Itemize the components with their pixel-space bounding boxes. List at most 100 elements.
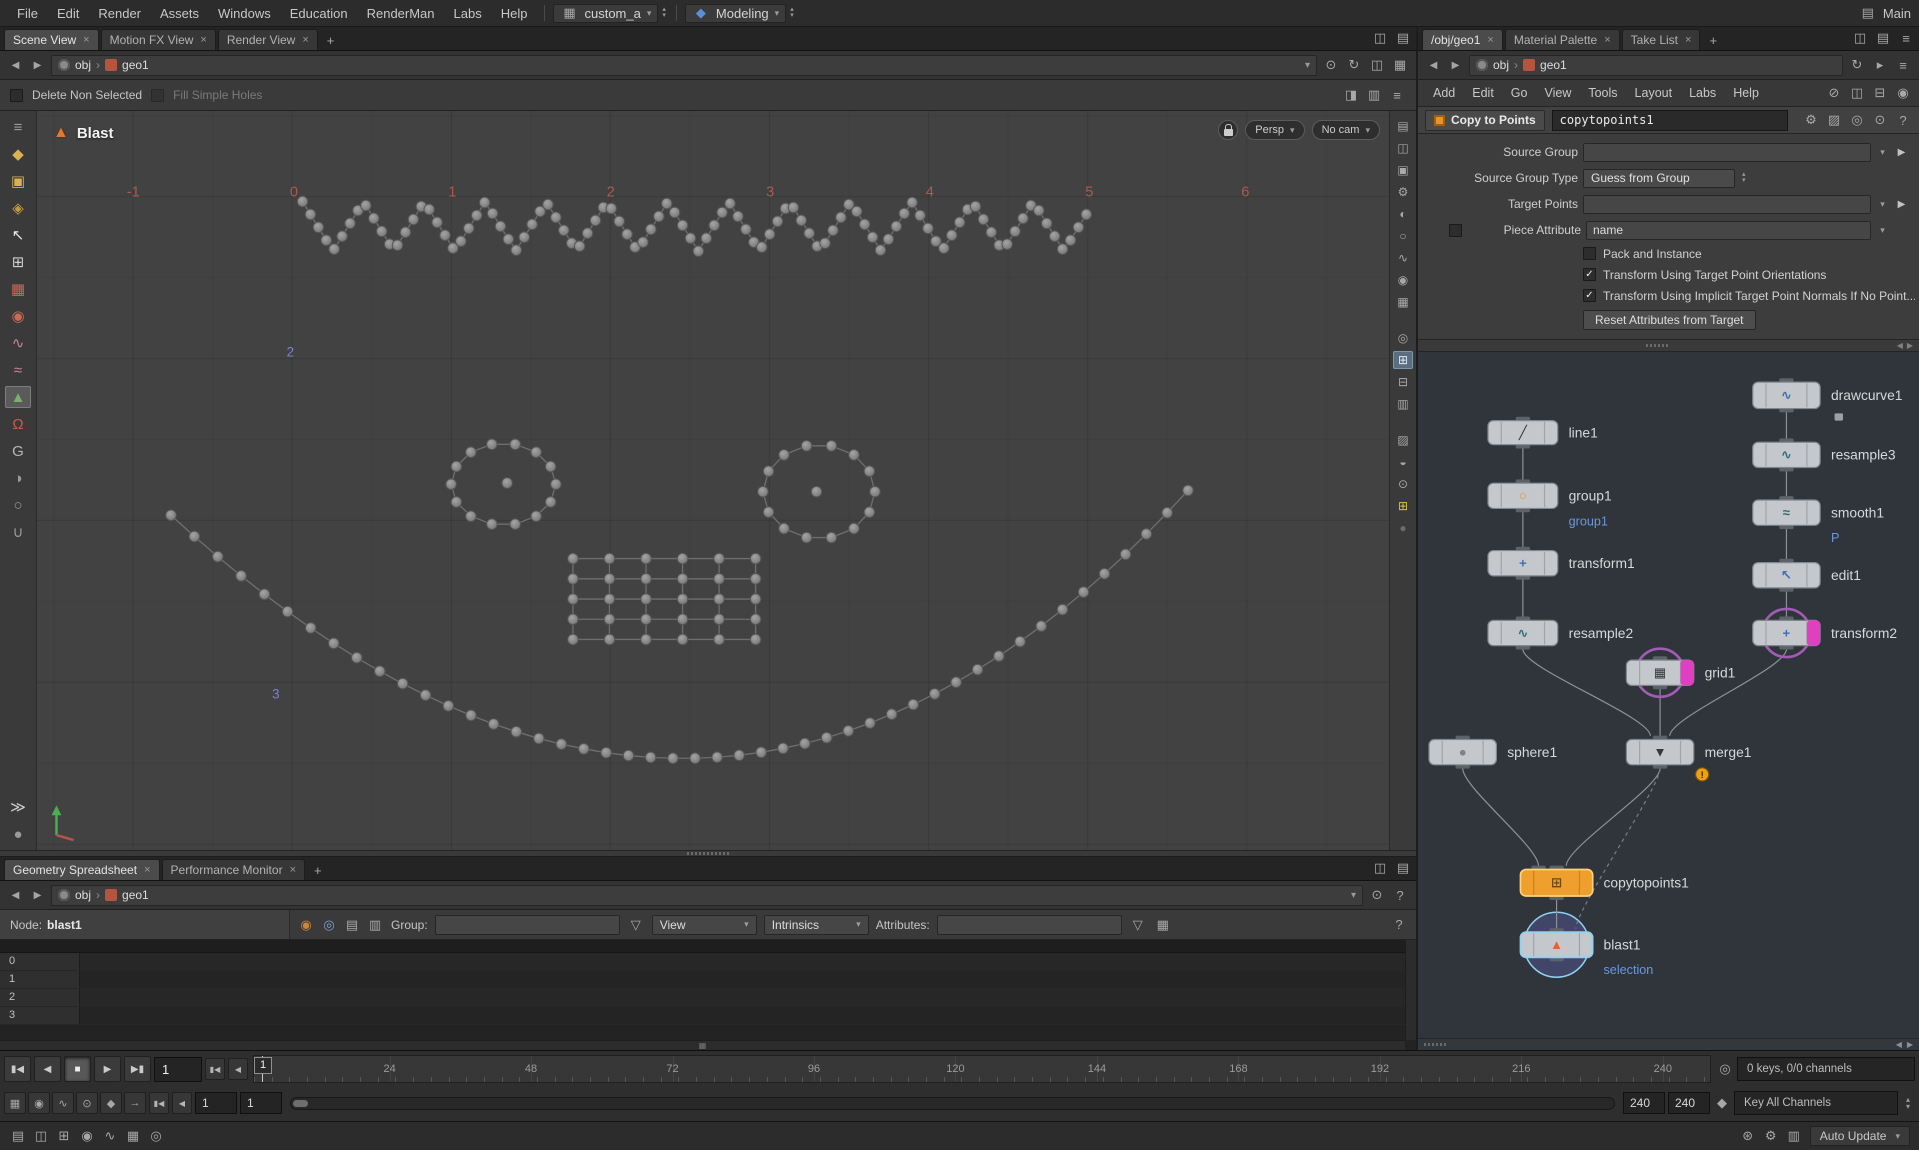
- display-lights-icon[interactable]: ◎: [147, 1127, 165, 1145]
- display-geometry-icon[interactable]: ◫: [32, 1127, 50, 1145]
- menu-assets[interactable]: Assets: [151, 3, 208, 24]
- view-layout-icon[interactable]: ▤: [1393, 117, 1413, 135]
- sync-icon[interactable]: ↻: [1345, 56, 1363, 74]
- cell-grid-icon[interactable]: ⊞: [1393, 497, 1413, 515]
- menu-labs[interactable]: Labs: [1681, 84, 1724, 102]
- fill-simple-holes-checkbox[interactable]: [151, 89, 164, 102]
- tool-box-icon[interactable]: ▣: [5, 170, 31, 192]
- avatar-icon[interactable]: ◉: [1894, 84, 1912, 102]
- network-node-grid1[interactable]: ▦grid1: [1626, 656, 1735, 689]
- step-back-button[interactable]: ◀: [228, 1058, 248, 1080]
- key-toggle-icon[interactable]: ◆: [100, 1092, 122, 1114]
- mode-dropdown[interactable]: ◆ Modeling ▾: [685, 4, 786, 23]
- gear-icon[interactable]: ⚙: [1393, 183, 1413, 201]
- tab-obj-geo1[interactable]: /obj/geo1×: [1422, 29, 1503, 50]
- tab-close-icon[interactable]: ×: [1604, 34, 1610, 46]
- horizontal-scrollbar[interactable]: ▦: [0, 1040, 1405, 1050]
- tab-performance-monitor[interactable]: Performance Monitor×: [162, 859, 305, 880]
- pane-menu-icon[interactable]: ▤: [1874, 29, 1892, 47]
- select-visible-icon[interactable]: ◨: [1342, 86, 1360, 104]
- pin-params-icon[interactable]: ⊙: [1871, 111, 1889, 129]
- range-back-button[interactable]: ◀: [172, 1092, 192, 1114]
- dropdown-icon[interactable]: ▾: [1876, 199, 1889, 210]
- resize-grip[interactable]: [1646, 344, 1670, 347]
- display-objects-icon[interactable]: ▤: [9, 1127, 27, 1145]
- gear-icon[interactable]: ⚙: [1762, 1127, 1780, 1145]
- network-node-resample3[interactable]: ∿resample3: [1753, 438, 1896, 471]
- lock-camera-button[interactable]: [1218, 120, 1238, 140]
- mode-stepper[interactable]: ▴▾: [788, 7, 796, 19]
- current-frame-field[interactable]: 1: [154, 1057, 202, 1082]
- pane-list-icon[interactable]: ≡: [1897, 29, 1915, 47]
- scene-viewport[interactable]: -1012345623 ▲ Blast Persp▾ No cam▾: [37, 111, 1389, 850]
- recycle-icon[interactable]: ↻: [1848, 56, 1866, 74]
- network-canvas[interactable]: ╱line1 ∿drawcurve1 ∿resample3 ○group1group1…: [1418, 352, 1919, 1038]
- menu-help[interactable]: Help: [1725, 84, 1767, 102]
- link-node-icon[interactable]: ◎: [320, 916, 338, 934]
- path-field[interactable]: obj › geo1 ▾: [51, 885, 1363, 906]
- target-points-field[interactable]: [1583, 195, 1871, 214]
- list-icon[interactable]: ≡: [1894, 56, 1912, 74]
- custom-toolset-stepper[interactable]: ▴▾: [660, 7, 668, 19]
- jump-to-start-button[interactable]: ▮◀: [4, 1056, 31, 1082]
- group-filter-field[interactable]: [435, 915, 620, 935]
- range-start-field[interactable]: 1: [240, 1092, 282, 1114]
- spreadsheet-row[interactable]: 3: [0, 1007, 1416, 1025]
- scroll-left-icon[interactable]: ◀: [1897, 341, 1903, 350]
- normals-icon[interactable]: ∿: [1393, 249, 1413, 267]
- multiview-icon[interactable]: ⊟: [1393, 373, 1413, 391]
- node-name-field[interactable]: copytopoints1: [1552, 110, 1788, 131]
- path-node[interactable]: geo1: [1540, 58, 1567, 72]
- pane-menu-icon[interactable]: ▤: [1394, 859, 1412, 877]
- viewport-camera-icon[interactable]: ●: [1393, 519, 1413, 537]
- attributes-funnel-icon[interactable]: ▽: [1129, 916, 1147, 934]
- toolbar-menu-icon[interactable]: ≡: [1388, 86, 1406, 104]
- nav-back-button[interactable]: ◀: [7, 60, 24, 71]
- split-horizontal-icon[interactable]: ◫: [1848, 84, 1866, 102]
- tab-close-icon[interactable]: ×: [1487, 34, 1493, 46]
- network-node-drawcurve1[interactable]: ∿drawcurve1: [1753, 378, 1903, 420]
- path-field[interactable]: obj › geo1: [1469, 55, 1843, 76]
- help-icon[interactable]: ?: [1894, 111, 1912, 129]
- menu-go[interactable]: Go: [1503, 84, 1536, 102]
- network-node-sphere1[interactable]: ●sphere1: [1429, 736, 1558, 769]
- play-reverse-button[interactable]: ◀: [34, 1056, 61, 1082]
- prims-mode-icon[interactable]: ▥: [366, 916, 384, 934]
- snap-icon[interactable]: ⊞: [1393, 351, 1413, 369]
- spreadsheet-row[interactable]: 1: [0, 971, 1416, 989]
- network-node-group1[interactable]: ○group1group1: [1488, 479, 1612, 528]
- pane-maximize-icon[interactable]: ◫: [1851, 29, 1869, 47]
- camera-dropdown[interactable]: No cam▾: [1312, 120, 1380, 140]
- tool-deform-icon[interactable]: ∪: [5, 521, 31, 543]
- tab-scene-view[interactable]: Scene View×: [4, 29, 99, 50]
- points-mode-icon[interactable]: ▤: [343, 916, 361, 934]
- display-templates-icon[interactable]: ▦: [124, 1127, 142, 1145]
- tab-close-icon[interactable]: ×: [302, 34, 308, 46]
- network-node-smooth1[interactable]: ≈smooth1P: [1753, 496, 1885, 545]
- tab-close-icon[interactable]: ×: [83, 34, 89, 46]
- snapshot-icon[interactable]: ◫: [1368, 56, 1386, 74]
- nav-forward-button[interactable]: ▶: [29, 60, 46, 71]
- menu-file[interactable]: File: [8, 3, 47, 24]
- node-type-chip[interactable]: Copy to Points: [1425, 110, 1545, 131]
- delete-non-selected-checkbox[interactable]: [10, 89, 23, 102]
- tool-rig-icon[interactable]: ∿: [5, 332, 31, 354]
- global-start-field[interactable]: 1: [195, 1092, 237, 1114]
- reselect-icon[interactable]: ▶: [1894, 199, 1909, 210]
- snapshot-icon[interactable]: ◫: [1393, 139, 1413, 157]
- memory-icon[interactable]: ▥: [1785, 1127, 1803, 1145]
- prev-keyframe-button[interactable]: ▮◀: [205, 1058, 225, 1080]
- key-icon[interactable]: ◆: [1713, 1094, 1731, 1112]
- network-node-transform2[interactable]: +transform2: [1753, 617, 1897, 650]
- tool-lattice-icon[interactable]: ▦: [5, 278, 31, 300]
- cleanup-icon[interactable]: ⊘: [1825, 84, 1843, 102]
- network-node-line1[interactable]: ╱line1: [1488, 417, 1598, 449]
- cook-mode-icon[interactable]: ⊛: [1739, 1127, 1757, 1145]
- path-field[interactable]: obj › geo1 ▾: [51, 55, 1317, 76]
- help-icon[interactable]: ?: [1390, 916, 1408, 934]
- tool-grab-icon[interactable]: G: [5, 440, 31, 462]
- network-node-edit1[interactable]: ↖edit1: [1753, 559, 1862, 592]
- scene-light-icon[interactable]: ◒: [1393, 453, 1413, 471]
- template-display-icon[interactable]: ▥: [1393, 395, 1413, 413]
- audio-toggle-icon[interactable]: ◉: [28, 1092, 50, 1114]
